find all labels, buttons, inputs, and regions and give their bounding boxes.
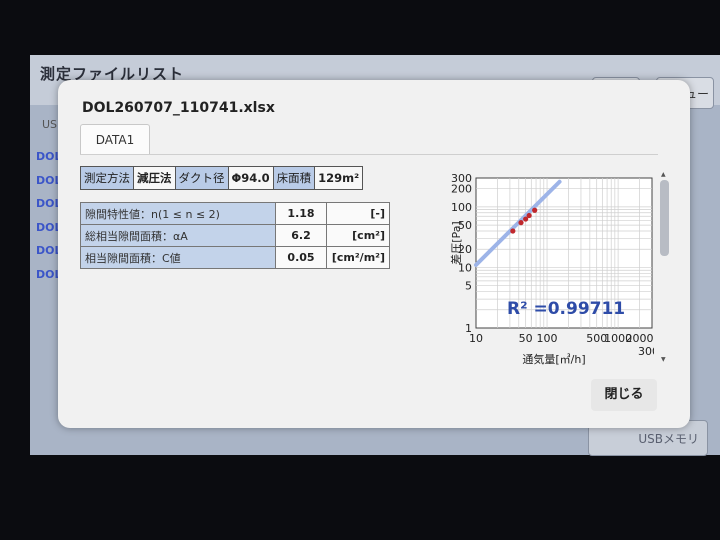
dialog-title: DOL260707_110741.xlsx <box>82 100 275 116</box>
scroll-down-icon[interactable]: ▼ <box>661 356 666 363</box>
method-label: 測定方法 <box>80 166 134 190</box>
tab-data1[interactable]: DATA1 <box>80 124 150 155</box>
result-value: 0.05 <box>275 246 327 269</box>
close-button[interactable]: 閉じる <box>591 379 657 411</box>
y-tick-label: 300 <box>451 172 472 185</box>
result-unit: [cm²] <box>326 224 390 247</box>
measurement-info-table: 測定方法 減圧法 ダクト径 Φ94.0 床面積 129m² <box>80 166 364 190</box>
results-table: 隙間特性値：n(1 ≤ n ≤ 2) 1.18 [-] 総相当隙間面積：αA 6… <box>80 202 390 269</box>
duct-label: ダクト径 <box>174 166 229 190</box>
dialog-scrollbar[interactable] <box>660 180 669 256</box>
x-tick-label: 3000 <box>638 345 654 358</box>
r-squared-label: R² =0.99711 <box>507 299 626 319</box>
x-tick-label: 100 <box>537 332 558 345</box>
result-value: 1.18 <box>275 202 327 225</box>
result-unit: [-] <box>326 202 390 225</box>
table-row: 隙間特性値：n(1 ≤ n ≤ 2) 1.18 [-] <box>80 202 390 225</box>
file-detail-dialog: DOL260707_110741.xlsx DATA1 測定方法 減圧法 ダクト… <box>58 80 690 428</box>
x-tick-label: 2000 <box>625 332 653 345</box>
result-value: 6.2 <box>275 224 327 247</box>
x-axis-label: 通気量[㎥/h] <box>522 352 585 366</box>
tab-panel-divider <box>80 154 658 155</box>
scroll-up-icon[interactable]: ▲ <box>661 171 666 178</box>
table-row: 総相当隙間面積：αA 6.2 [cm²] <box>80 224 390 247</box>
result-label: 総相当隙間面積：αA <box>80 224 276 247</box>
pressure-flow-chart: 151020501002003001050100500100020003000通… <box>449 172 654 366</box>
floor-area-value: 129m² <box>314 166 364 190</box>
table-row: 相当隙間面積：C値 0.05 [cm²/m²] <box>80 246 390 269</box>
method-value: 減圧法 <box>133 166 176 190</box>
x-tick-label: 50 <box>519 332 533 345</box>
result-unit: [cm²/m²] <box>326 246 390 269</box>
data-point <box>518 220 524 226</box>
result-label: 隙間特性値：n(1 ≤ n ≤ 2) <box>80 202 276 225</box>
data-point <box>510 228 516 234</box>
x-tick-label: 10 <box>469 332 483 345</box>
y-tick-label: 100 <box>451 201 472 214</box>
data-point <box>532 207 538 213</box>
y-axis-label: 差圧[Pa] <box>449 221 463 264</box>
result-label: 相当隙間面積：C値 <box>80 246 276 269</box>
y-tick-label: 5 <box>465 280 472 293</box>
data-point <box>526 212 532 219</box>
duct-value: Φ94.0 <box>227 166 274 190</box>
floor-area-label: 床面積 <box>272 166 316 190</box>
